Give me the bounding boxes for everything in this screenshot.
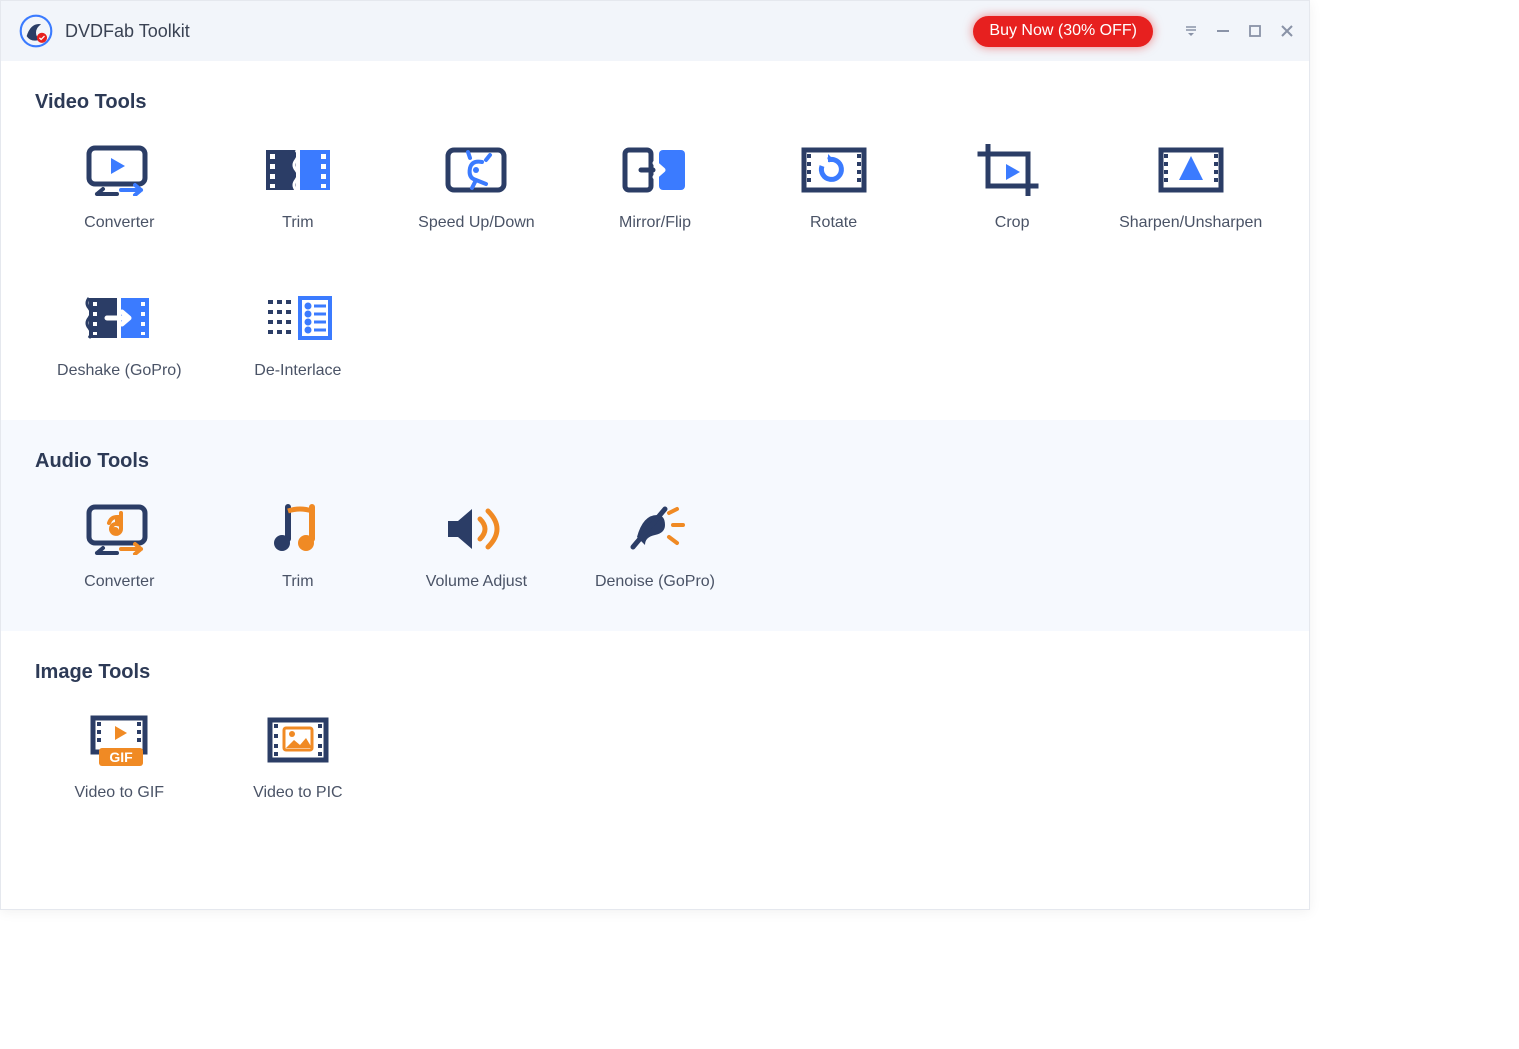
section-video-tools: Video Tools Converter [1,61,1309,420]
tool-label: Rotate [810,214,857,232]
tool-label: Deshake (GoPro) [57,362,182,380]
rotate-icon [798,144,870,196]
tool-label: Trim [282,214,313,232]
section-title-image: Image Tools [35,661,1275,684]
tool-label: Denoise (GoPro) [595,573,715,591]
mirror-icon [619,144,691,196]
speed-icon [440,144,512,196]
tool-label: Volume Adjust [426,573,527,591]
tool-label: Video to GIF [75,784,165,802]
tool-video-mirror[interactable]: Mirror/Flip [575,144,735,232]
tool-label: Converter [84,573,154,591]
denoise-icon [619,503,691,555]
tool-audio-converter[interactable]: Converter [39,503,199,591]
crop-icon [976,144,1048,196]
tool-label: Converter [84,214,154,232]
tool-video-deinterlace[interactable]: De-Interlace [218,292,378,380]
tool-video-trim[interactable]: Trim [218,144,378,232]
content-area: Video Tools Converter [1,61,1309,909]
tool-video-to-gif[interactable]: GIF Video to GIF [39,714,199,802]
buy-now-button[interactable]: Buy Now (30% OFF) [973,16,1153,47]
tool-audio-denoise[interactable]: Denoise (GoPro) [575,503,735,591]
tool-label: Video to PIC [253,784,343,802]
section-audio-tools: Audio Tools Converter [1,420,1309,631]
menu-dropdown-icon[interactable] [1183,23,1199,39]
section-title-video: Video Tools [35,91,1275,114]
tool-video-sharpen[interactable]: Sharpen/Unsharpen [1111,144,1271,232]
audio-trim-icon [262,503,334,555]
sharpen-icon [1155,144,1227,196]
deshake-icon [83,292,155,344]
deinterlace-icon [262,292,334,344]
titlebar: DVDFab Toolkit Buy Now (30% OFF) [1,1,1309,61]
tool-label: Speed Up/Down [418,214,535,232]
audio-converter-icon [83,503,155,555]
tool-audio-trim[interactable]: Trim [218,503,378,591]
tool-video-rotate[interactable]: Rotate [754,144,914,232]
app-title: DVDFab Toolkit [65,21,190,42]
tool-video-deshake[interactable]: Deshake (GoPro) [39,292,199,380]
minimize-icon[interactable] [1215,23,1231,39]
tool-audio-volume[interactable]: Volume Adjust [396,503,556,591]
tool-label: Crop [995,214,1030,232]
video-tools-grid: Converter Trim [35,144,1275,380]
app-window: DVDFab Toolkit Buy Now (30% OFF) Video T… [0,0,1310,910]
tool-video-to-pic[interactable]: Video to PIC [218,714,378,802]
tool-label: Sharpen/Unsharpen [1119,214,1262,232]
svg-text:GIF: GIF [110,749,134,765]
app-logo-icon [19,14,53,48]
tool-video-converter[interactable]: Converter [39,144,199,232]
tool-video-crop[interactable]: Crop [932,144,1092,232]
tool-label: Mirror/Flip [619,214,691,232]
tool-label: Trim [282,573,313,591]
tool-label: De-Interlace [254,362,341,380]
gif-icon: GIF [83,714,155,766]
volume-icon [440,503,512,555]
window-controls [1183,23,1295,39]
trim-icon [262,144,334,196]
tool-video-speed[interactable]: Speed Up/Down [396,144,556,232]
section-image-tools: Image Tools GIF Video to GIF [1,631,1309,842]
section-title-audio: Audio Tools [35,450,1275,473]
maximize-icon[interactable] [1247,23,1263,39]
pic-icon [262,714,334,766]
converter-icon [83,144,155,196]
audio-tools-grid: Converter Trim [35,503,1275,591]
close-icon[interactable] [1279,23,1295,39]
image-tools-grid: GIF Video to GIF [35,714,1275,802]
